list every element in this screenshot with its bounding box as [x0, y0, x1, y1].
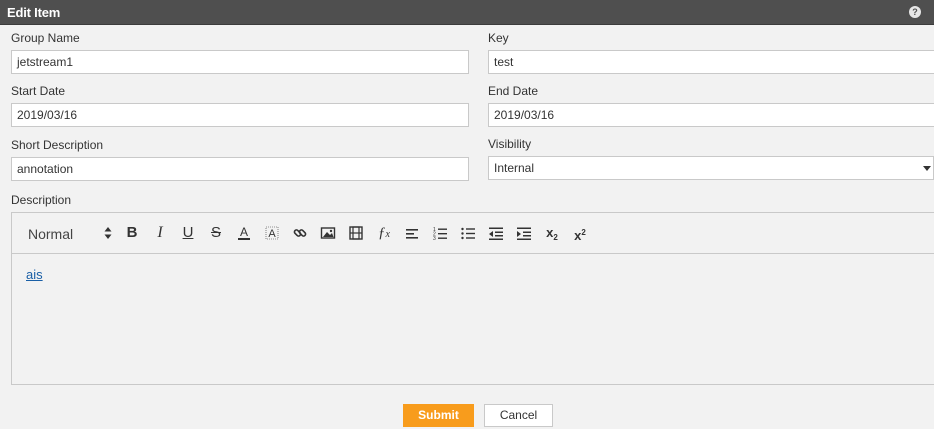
align-icon[interactable]: [403, 224, 421, 242]
key-input[interactable]: test: [488, 50, 934, 74]
group-name-input[interactable]: jetstream1: [11, 50, 469, 74]
video-icon[interactable]: [347, 224, 365, 242]
formula-icon[interactable]: ƒx: [375, 224, 393, 242]
dialog-titlebar: Edit Item ?: [0, 0, 934, 25]
content-link[interactable]: ais: [26, 267, 43, 282]
end-date-input[interactable]: 2019/03/16: [488, 103, 934, 127]
bold-icon[interactable]: B: [123, 224, 141, 242]
visibility-select[interactable]: Internal: [488, 156, 934, 180]
dialog-title: Edit Item: [7, 5, 61, 20]
superscript-icon[interactable]: x2: [571, 224, 589, 243]
help-icon[interactable]: ?: [909, 6, 921, 18]
ordered-list-icon[interactable]: 123: [431, 224, 449, 242]
editor-toolbar: Normal B I U S A A ƒx 123 x2 x2: [12, 213, 934, 254]
group-name-label: Group Name: [11, 31, 80, 45]
chevron-down-icon: [923, 166, 931, 171]
short-description-label: Short Description: [11, 138, 104, 152]
visibility-value: Internal: [494, 161, 535, 175]
key-label: Key: [488, 31, 509, 45]
description-editor[interactable]: Normal B I U S A A ƒx 123 x2 x2 ais: [11, 212, 934, 385]
svg-text:3: 3: [433, 236, 436, 241]
outdent-icon[interactable]: [487, 224, 505, 242]
start-date-input[interactable]: 2019/03/16: [11, 103, 469, 127]
end-date-label: End Date: [488, 84, 539, 98]
bullet-list-icon[interactable]: [459, 224, 477, 242]
strikethrough-icon[interactable]: S: [207, 224, 225, 242]
link-icon[interactable]: [291, 224, 309, 242]
description-label: Description: [11, 193, 72, 207]
short-description-input[interactable]: annotation: [11, 157, 469, 181]
indent-icon[interactable]: [515, 224, 533, 242]
subscript-icon[interactable]: x2: [543, 224, 561, 242]
image-icon[interactable]: [319, 224, 337, 242]
background-color-icon[interactable]: A: [263, 224, 281, 242]
text-color-icon[interactable]: A: [235, 224, 253, 242]
cancel-button[interactable]: Cancel: [484, 404, 553, 427]
svg-text:A: A: [268, 228, 276, 240]
visibility-label: Visibility: [488, 137, 532, 151]
italic-icon[interactable]: I: [151, 224, 169, 242]
editor-content[interactable]: ais: [26, 267, 43, 282]
start-date-label: Start Date: [11, 84, 66, 98]
submit-button[interactable]: Submit: [403, 404, 474, 427]
format-arrows-icon: [104, 227, 112, 239]
format-select[interactable]: Normal: [28, 226, 73, 242]
underline-icon[interactable]: U: [179, 224, 197, 242]
svg-text:A: A: [240, 225, 248, 239]
